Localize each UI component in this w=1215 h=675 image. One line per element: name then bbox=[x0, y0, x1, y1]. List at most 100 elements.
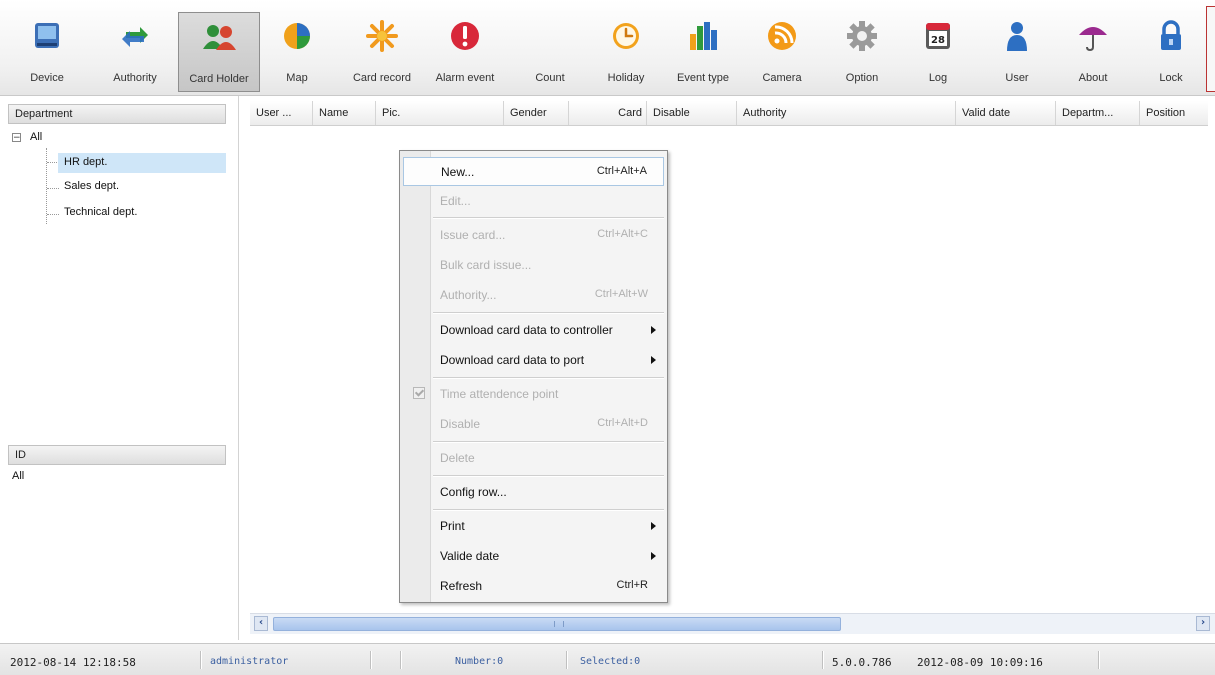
toolbar-label: Map bbox=[286, 72, 308, 84]
toolbar-device-button[interactable]: Device bbox=[18, 12, 76, 92]
menu-item-download-to-controller[interactable]: Download card data to controller bbox=[403, 316, 664, 345]
left-panel: Department − All HR dept. Sales dept. Te… bbox=[0, 96, 239, 640]
toolbar-label: Camera bbox=[762, 72, 802, 84]
column-position[interactable]: Position bbox=[1140, 101, 1208, 125]
department-header: Department bbox=[8, 104, 226, 124]
column-name[interactable]: Name bbox=[313, 101, 376, 125]
menu-separator bbox=[433, 312, 664, 314]
toolbar-user-button[interactable]: User bbox=[988, 12, 1046, 92]
card-holder-icon bbox=[200, 19, 238, 57]
id-header: ID bbox=[8, 445, 226, 465]
toolbar-option-button[interactable]: Option bbox=[832, 12, 892, 92]
tree-node-technical-dept[interactable]: Technical dept. bbox=[64, 206, 137, 218]
column-pic[interactable]: Pic. bbox=[376, 101, 504, 125]
about-icon bbox=[1074, 18, 1112, 56]
column-gender[interactable]: Gender bbox=[504, 101, 569, 125]
menu-item-print[interactable]: Print bbox=[403, 512, 664, 541]
status-version: 5.0.0.786 bbox=[832, 656, 892, 669]
toolbar-label: Count bbox=[535, 72, 565, 84]
column-valid-date[interactable]: Valid date bbox=[956, 101, 1056, 125]
authority-icon bbox=[116, 18, 154, 56]
tree-node-all[interactable]: All bbox=[27, 129, 45, 145]
scroll-left-icon[interactable]: ‹ bbox=[254, 616, 268, 631]
map-icon bbox=[278, 18, 316, 56]
checkmark-icon bbox=[413, 387, 425, 399]
status-selected: Selected:0 bbox=[580, 656, 641, 667]
column-card[interactable]: Card bbox=[569, 101, 647, 125]
event-type-icon bbox=[684, 18, 722, 56]
menu-item-issue-card[interactable]: Issue card... Ctrl+Alt+C bbox=[403, 221, 664, 250]
toolbar-label: Lock bbox=[1159, 72, 1183, 84]
menu-item-edit[interactable]: Edit... bbox=[403, 187, 664, 216]
submenu-arrow-icon bbox=[651, 552, 656, 560]
toolbar-event-type-button[interactable]: Event type bbox=[664, 12, 742, 92]
column-user-id[interactable]: User ... bbox=[250, 101, 313, 125]
camera-icon bbox=[763, 18, 801, 56]
alarm-event-icon bbox=[446, 18, 484, 56]
toolbar-label: Card Holder bbox=[189, 73, 249, 85]
toolbar-label: Holiday bbox=[607, 72, 645, 84]
toolbar-count-button[interactable]: Count bbox=[520, 12, 580, 92]
menu-item-config-row[interactable]: Config row... bbox=[403, 478, 664, 507]
toolbar-about-button[interactable]: About bbox=[1064, 12, 1122, 92]
toolbar-camera-button[interactable]: Camera bbox=[752, 12, 812, 92]
menu-item-valide-date[interactable]: Valide date bbox=[403, 542, 664, 571]
toolbar-label: User bbox=[1005, 72, 1029, 84]
toolbar-card-record-button[interactable]: Card record bbox=[340, 12, 424, 92]
grid-horizontal-scrollbar[interactable]: ‹ › bbox=[250, 613, 1215, 634]
status-build-date: 2012-08-09 10:09:16 bbox=[917, 656, 1043, 669]
menu-item-time-attendence-point[interactable]: Time attendence point bbox=[403, 380, 664, 409]
svg-text:28: 28 bbox=[931, 35, 945, 46]
scroll-right-icon[interactable]: › bbox=[1196, 616, 1210, 631]
toolbar-authority-button[interactable]: Authority bbox=[100, 12, 170, 92]
toolbar-label: Card record bbox=[352, 72, 412, 84]
toolbar-label: Authority bbox=[113, 72, 157, 84]
menu-item-new[interactable]: New... Ctrl+Alt+A bbox=[403, 157, 664, 186]
column-department[interactable]: Departm... bbox=[1056, 101, 1140, 125]
column-authority[interactable]: Authority bbox=[737, 101, 956, 125]
card-record-icon bbox=[363, 18, 401, 56]
main-toolbar: Device Authority Card Holder Map Card re… bbox=[0, 0, 1215, 96]
toolbar-label: Option bbox=[845, 72, 879, 84]
menu-item-delete[interactable]: Delete bbox=[403, 444, 664, 473]
status-user: administrator bbox=[210, 656, 289, 667]
menu-separator bbox=[433, 377, 664, 379]
menu-item-download-to-port[interactable]: Download card data to port bbox=[403, 346, 664, 375]
menu-separator bbox=[433, 441, 664, 443]
tree-collapse-toggle[interactable]: − bbox=[12, 133, 21, 143]
column-disable[interactable]: Disable bbox=[647, 101, 737, 125]
menu-item-disable[interactable]: Disable Ctrl+Alt+D bbox=[403, 410, 664, 439]
log-icon: 28 bbox=[919, 18, 957, 56]
toolbar-alarm-event-button[interactable]: Alarm event bbox=[426, 12, 504, 92]
status-bar: 2012-08-14 12:18:58 administrator Number… bbox=[0, 643, 1215, 675]
toolbar-label: Log bbox=[928, 72, 948, 84]
toolbar-card-holder-button[interactable]: Card Holder bbox=[178, 12, 260, 92]
menu-item-bulk-card-issue[interactable]: Bulk card issue... bbox=[403, 251, 664, 280]
tree-node-hr-dept[interactable]: HR dept. bbox=[58, 153, 226, 173]
toolbar-lock-button[interactable]: Lock bbox=[1146, 12, 1196, 92]
id-filter-value[interactable]: All bbox=[12, 470, 24, 482]
status-number: Number:0 bbox=[455, 656, 504, 667]
menu-item-authority[interactable]: Authority... Ctrl+Alt+W bbox=[403, 281, 664, 310]
menu-separator bbox=[433, 475, 664, 477]
card-holder-context-menu: New... Ctrl+Alt+A Edit... Issue card... … bbox=[399, 150, 668, 603]
toolbar-label: Alarm event bbox=[435, 72, 495, 84]
menu-separator bbox=[433, 509, 664, 511]
device-icon bbox=[28, 18, 66, 56]
scroll-thumb[interactable] bbox=[273, 617, 841, 631]
toolbar-map-button[interactable]: Map bbox=[268, 12, 326, 92]
submenu-arrow-icon bbox=[651, 356, 656, 364]
tree-connector bbox=[46, 148, 47, 224]
tree-node-sales-dept[interactable]: Sales dept. bbox=[64, 180, 119, 192]
status-datetime: 2012-08-14 12:18:58 bbox=[10, 656, 136, 669]
option-icon bbox=[843, 18, 881, 56]
holiday-icon bbox=[607, 18, 645, 56]
toolbar-label: Device bbox=[30, 72, 64, 84]
menu-item-refresh[interactable]: Refresh Ctrl+R bbox=[403, 572, 664, 601]
submenu-arrow-icon bbox=[651, 326, 656, 334]
user-icon bbox=[998, 18, 1036, 56]
tree-connector bbox=[47, 214, 59, 215]
tree-connector bbox=[47, 188, 59, 189]
toolbar-holiday-button[interactable]: Holiday bbox=[596, 12, 656, 92]
toolbar-log-button[interactable]: 28 Log bbox=[910, 12, 966, 92]
